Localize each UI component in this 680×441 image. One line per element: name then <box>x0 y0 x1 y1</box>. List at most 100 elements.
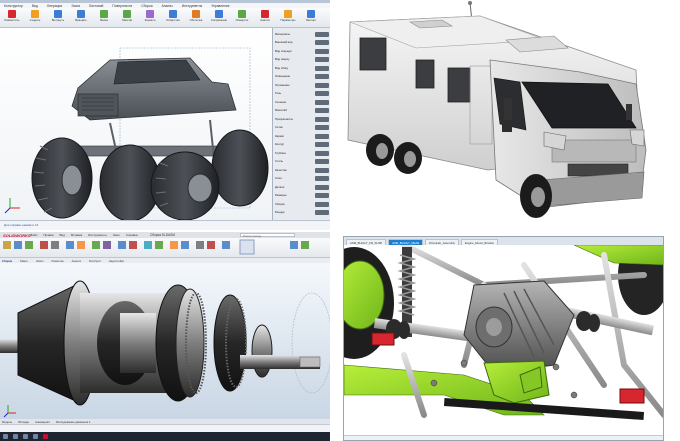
property-value-box[interactable] <box>315 142 329 147</box>
menu-item[interactable]: Справка <box>126 233 138 237</box>
property-value-box[interactable] <box>315 99 329 105</box>
menu-item[interactable]: Окно <box>113 233 120 237</box>
ribbon-tab[interactable]: Поверхности <box>112 4 132 8</box>
ribbon-button[interactable]: Вытянуть <box>50 10 66 26</box>
property-row[interactable]: Детали <box>275 183 329 191</box>
property-label: Контур <box>275 142 284 146</box>
ribbon-tab[interactable]: Операции <box>47 4 62 8</box>
command-tab[interactable]: Эскиз <box>36 259 43 263</box>
property-value-box[interactable] <box>315 133 329 139</box>
property-value-box[interactable] <box>315 57 329 62</box>
taskbar-app-icon[interactable] <box>23 434 28 439</box>
property-row[interactable]: Прозрачность <box>275 115 329 123</box>
property-row[interactable]: Вид спереди <box>275 47 329 55</box>
ribbon-button[interactable]: Создать <box>27 10 43 26</box>
command-tab[interactable]: Макет <box>20 259 28 263</box>
property-value-box[interactable] <box>315 184 329 190</box>
property-row[interactable]: Контур <box>275 141 329 149</box>
property-row[interactable]: Масштаб <box>275 107 329 115</box>
property-row[interactable]: Освещение <box>275 73 329 81</box>
property-value-box[interactable] <box>315 125 329 130</box>
taskbar-app-icon[interactable] <box>43 434 48 439</box>
3d-viewport[interactable] <box>0 263 330 419</box>
property-row[interactable]: Каркас <box>275 132 329 140</box>
menu-item[interactable]: Файл <box>30 233 37 237</box>
ribbon-button[interactable]: Вращать <box>73 10 89 26</box>
ribbon-tab[interactable]: Управление <box>211 4 229 8</box>
menu-item[interactable]: Вставка <box>71 233 82 237</box>
menu-item[interactable]: Правка <box>43 233 53 237</box>
property-value-box[interactable] <box>315 167 329 173</box>
ribbon-button[interactable]: Разместить <box>4 10 20 26</box>
ribbon-tab[interactable]: Вид <box>32 4 38 8</box>
property-value-box[interactable] <box>315 65 329 71</box>
ribbon-button[interactable]: Измерить <box>234 10 250 26</box>
property-value-box[interactable] <box>315 176 329 181</box>
property-row[interactable]: Отражение <box>275 81 329 89</box>
taskbar-app-icon[interactable] <box>13 434 18 439</box>
property-value-box[interactable] <box>315 74 329 79</box>
property-row[interactable]: Вид сбоку <box>275 64 329 72</box>
property-row[interactable]: Качество <box>275 166 329 174</box>
command-tab[interactable]: Анализ <box>72 259 81 263</box>
ribbon-button[interactable]: Отверстие <box>165 10 181 26</box>
ribbon-button-label: Фаска <box>100 18 108 22</box>
search-input[interactable]: Поиск команд <box>240 233 295 238</box>
property-row[interactable]: Слои <box>275 175 329 183</box>
ribbon-tab[interactable]: Листовой <box>89 4 103 8</box>
ribbon-button[interactable]: Фаска <box>96 10 112 26</box>
camper-van-model <box>347 1 647 218</box>
3d-viewport[interactable] <box>344 245 663 435</box>
property-value-box[interactable] <box>315 116 329 122</box>
property-row[interactable]: Сборка <box>275 200 329 208</box>
ribbon-button[interactable]: Массив <box>119 10 135 26</box>
property-label: Слои <box>275 176 282 180</box>
ribbon-tab[interactable]: Анализ <box>162 4 173 8</box>
command-tab[interactable]: Разметка <box>52 259 64 263</box>
menu-item[interactable]: Инструменты <box>88 233 107 237</box>
property-value-box[interactable] <box>315 159 329 164</box>
model-tab[interactable]: Анимация1 <box>35 420 50 424</box>
model-tab[interactable]: 3D виды <box>18 420 29 424</box>
taskbar-app-icon[interactable] <box>33 434 38 439</box>
property-value-box[interactable] <box>315 91 329 96</box>
property-value-box[interactable] <box>315 82 329 88</box>
ribbon-button[interactable]: Экспорт <box>303 10 319 26</box>
property-value-box[interactable] <box>315 48 329 54</box>
property-value-box[interactable] <box>315 40 329 45</box>
property-row[interactable]: Тень <box>275 90 329 98</box>
ribbon-button[interactable]: Сопряжение <box>211 10 227 26</box>
ribbon-tab[interactable]: Конструктор <box>4 4 23 8</box>
property-value-box[interactable] <box>315 210 329 215</box>
property-value-box[interactable] <box>315 31 329 37</box>
command-tab[interactable]: Сборка <box>2 259 12 263</box>
property-row[interactable]: Сетка <box>275 124 329 132</box>
3d-viewport[interactable] <box>0 28 272 220</box>
property-row[interactable]: Стиль <box>275 158 329 166</box>
property-row[interactable]: Рендер <box>275 209 329 217</box>
ribbon-tab[interactable]: Инструменты <box>182 4 203 8</box>
model-tab[interactable]: Модель <box>2 420 12 424</box>
property-value-box[interactable] <box>315 108 329 113</box>
ribbon-button[interactable]: Зеркало <box>142 10 158 26</box>
ribbon-button[interactable]: Параметры <box>280 10 296 26</box>
property-row[interactable]: Глубина <box>275 149 329 157</box>
property-label: Качество <box>275 167 287 172</box>
property-row[interactable]: Размеры <box>275 192 329 200</box>
property-value-box[interactable] <box>315 193 329 198</box>
ribbon-tab[interactable]: Сборка <box>141 4 152 8</box>
command-tab[interactable]: Надстройки <box>109 259 124 263</box>
property-value-box[interactable] <box>315 201 329 207</box>
menu-item[interactable]: Вид <box>60 233 65 237</box>
ribbon-tab[interactable]: Эскиз <box>71 4 80 8</box>
command-tab[interactable]: DimXpert <box>89 259 101 263</box>
property-value-box[interactable] <box>315 150 329 156</box>
property-row[interactable]: Сечение <box>275 98 329 106</box>
property-row[interactable]: Внешний вид <box>275 39 329 47</box>
start-icon[interactable] <box>3 434 8 439</box>
ribbon-button[interactable]: Оболочка <box>188 10 204 26</box>
model-tab[interactable]: Исследование движения 1 <box>56 420 91 424</box>
ribbon-button[interactable]: Анализ <box>257 10 273 26</box>
property-row[interactable]: Материалы <box>275 30 329 38</box>
property-row[interactable]: Вид сверху <box>275 56 329 64</box>
